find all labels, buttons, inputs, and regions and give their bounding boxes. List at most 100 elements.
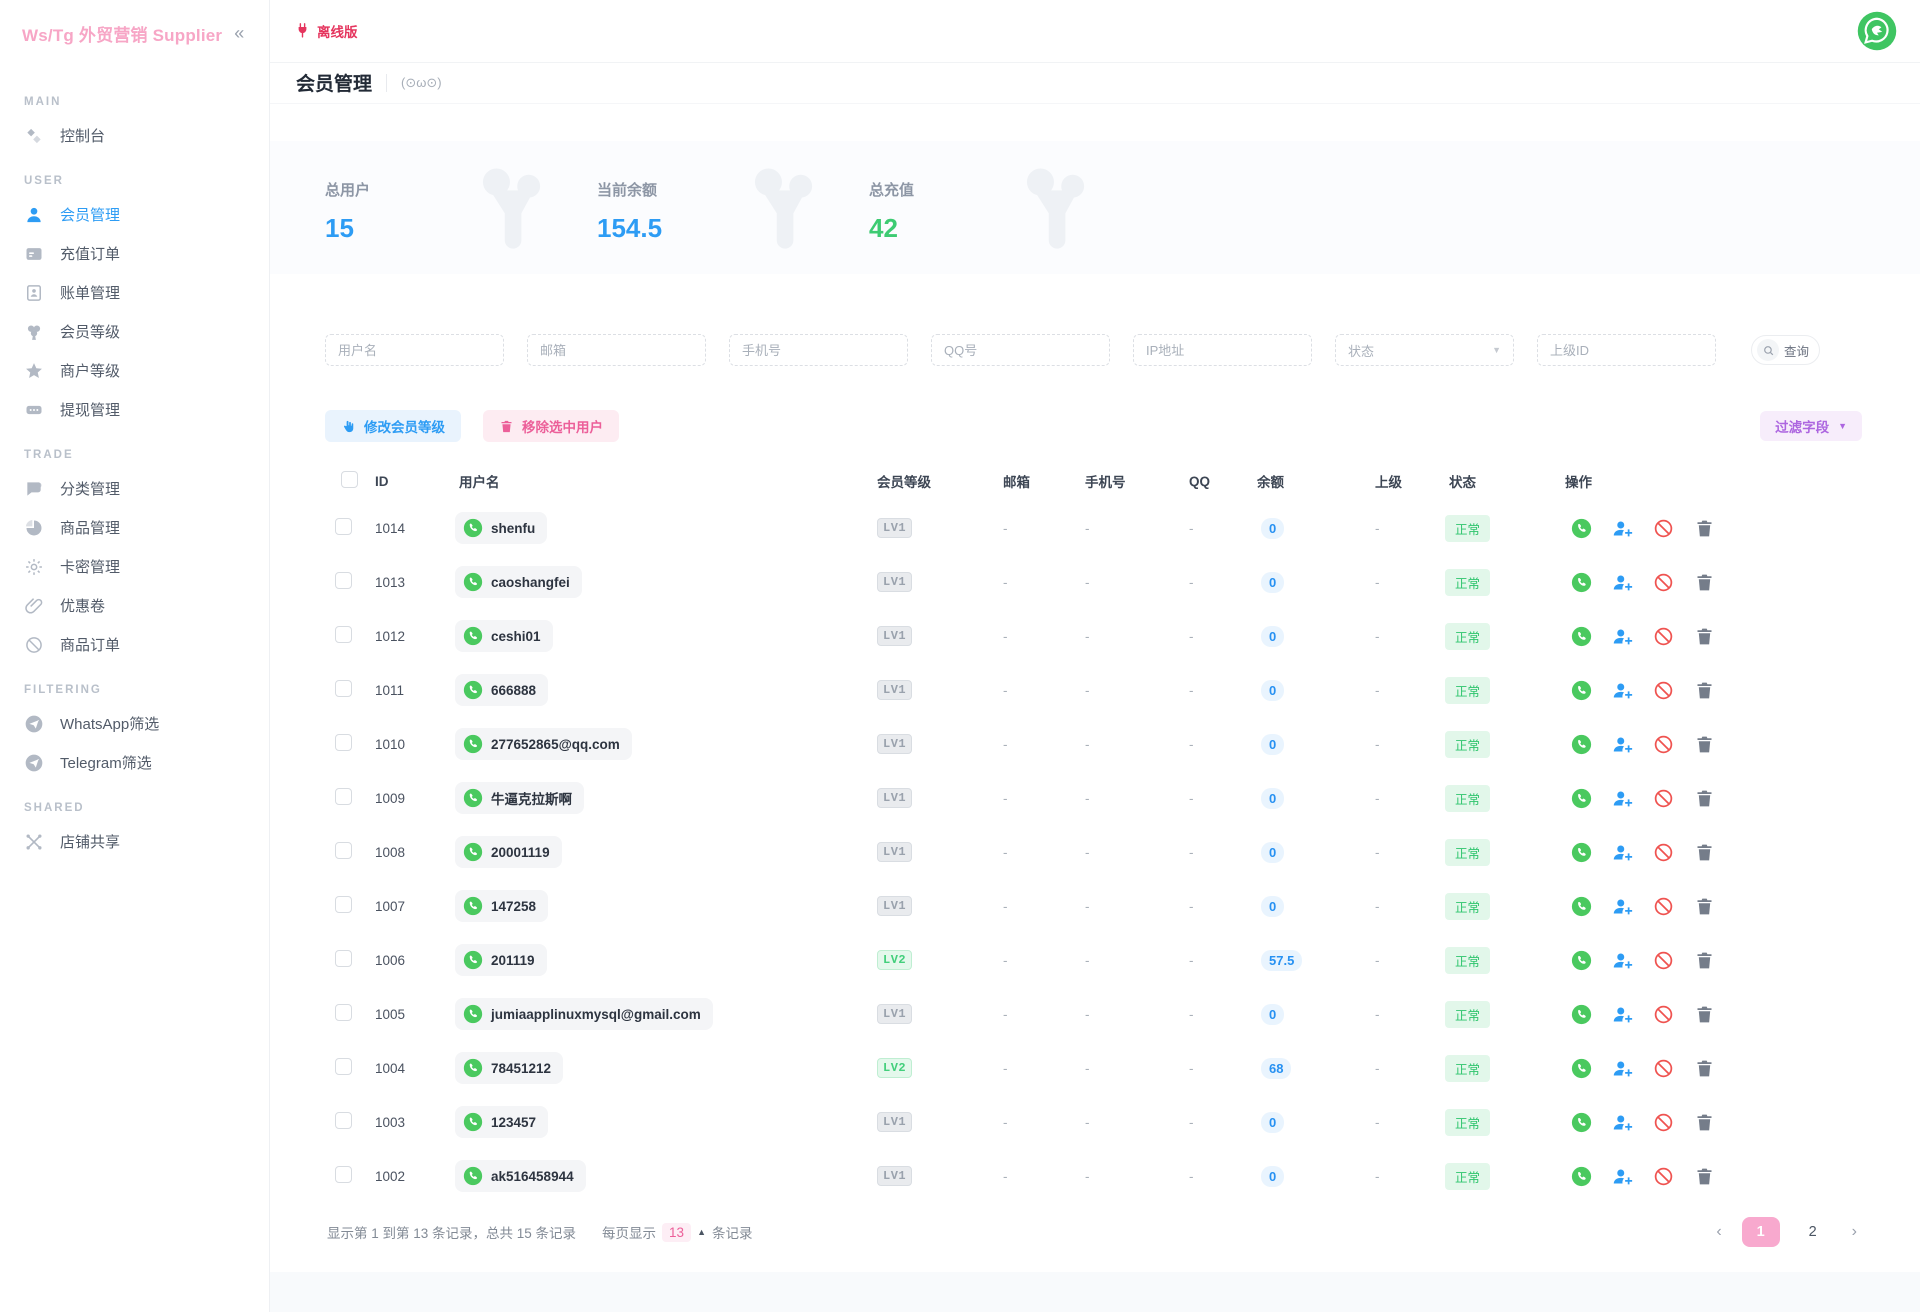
ban-user-icon[interactable] [1653,734,1674,755]
username-pill[interactable]: 123457 [455,1106,548,1138]
filter-input-2[interactable] [729,334,908,366]
filter-input-0[interactable] [325,334,504,366]
edit-user-icon[interactable] [1612,626,1633,647]
username-pill[interactable]: 201119 [455,944,547,976]
ban-user-icon[interactable] [1653,1112,1674,1133]
delete-user-icon[interactable] [1694,626,1715,647]
ban-user-icon[interactable] [1653,572,1674,593]
ban-user-icon[interactable] [1653,950,1674,971]
edit-user-icon[interactable] [1612,734,1633,755]
whatsapp-action-icon[interactable] [1571,734,1592,755]
delete-user-icon[interactable] [1694,1004,1715,1025]
delete-user-icon[interactable] [1694,788,1715,809]
username-pill[interactable]: 666888 [455,674,548,706]
page-button-2[interactable]: 2 [1794,1217,1832,1247]
modify-level-button[interactable]: 修改会员等级 [325,410,461,442]
ban-user-icon[interactable] [1653,626,1674,647]
sidebar-item-recharge-orders[interactable]: 充值订单 [0,234,269,273]
edit-user-icon[interactable] [1612,1058,1633,1079]
filter-input-3[interactable] [931,334,1110,366]
offline-badge[interactable]: 离线版 [294,21,358,41]
ban-user-icon[interactable] [1653,518,1674,539]
whatsapp-action-icon[interactable] [1571,950,1592,971]
sidebar-item-card-management[interactable]: 卡密管理 [0,547,269,586]
ban-user-icon[interactable] [1653,1166,1674,1187]
edit-user-icon[interactable] [1612,572,1633,593]
edit-user-icon[interactable] [1612,896,1633,917]
row-checkbox[interactable] [335,1112,352,1129]
username-pill[interactable]: 牛逼克拉斯啊 [455,782,584,814]
edit-user-icon[interactable] [1612,518,1633,539]
username-pill[interactable]: 277652865@qq.com [455,728,632,760]
row-checkbox[interactable] [335,518,352,535]
page-size-value[interactable]: 13 [662,1223,691,1242]
prev-page-icon[interactable]: ‹ [1716,1223,1721,1241]
sidebar-item-category-management[interactable]: 分类管理 [0,469,269,508]
sidebar-item-coupons[interactable]: 优惠卷 [0,586,269,625]
whatsapp-action-icon[interactable] [1571,842,1592,863]
delete-user-icon[interactable] [1694,1112,1715,1133]
delete-user-icon[interactable] [1694,842,1715,863]
edit-user-icon[interactable] [1612,788,1633,809]
edit-user-icon[interactable] [1612,842,1633,863]
filter-input-4[interactable] [1133,334,1312,366]
whatsapp-action-icon[interactable] [1571,1112,1592,1133]
edit-user-icon[interactable] [1612,1004,1633,1025]
select-all-checkbox[interactable] [341,471,358,488]
row-checkbox[interactable] [335,842,352,859]
username-pill[interactable]: 78451212 [455,1052,563,1084]
ban-user-icon[interactable] [1653,1004,1674,1025]
row-checkbox[interactable] [335,1004,352,1021]
delete-user-icon[interactable] [1694,950,1715,971]
whatsapp-action-icon[interactable] [1571,896,1592,917]
page-button-1[interactable]: 1 [1742,1217,1780,1247]
ban-user-icon[interactable] [1653,842,1674,863]
chevron-up-icon[interactable]: ▲ [697,1227,706,1237]
sidebar-item-console[interactable]: 控制台 [0,116,269,155]
row-checkbox[interactable] [335,572,352,589]
sidebar-item-product-orders[interactable]: 商品订单 [0,625,269,664]
username-pill[interactable]: 147258 [455,890,548,922]
delete-user-icon[interactable] [1694,1058,1715,1079]
whatsapp-action-icon[interactable] [1571,788,1592,809]
search-button[interactable]: 查询 [1751,335,1820,365]
username-pill[interactable]: caoshangfei [455,566,582,598]
whatsapp-action-icon[interactable] [1571,626,1592,647]
sidebar-item-telegram-filter[interactable]: Telegram筛选 [0,743,269,782]
row-checkbox[interactable] [335,896,352,913]
row-checkbox[interactable] [335,1058,352,1075]
ban-user-icon[interactable] [1653,788,1674,809]
sidebar-item-bill-management[interactable]: 账单管理 [0,273,269,312]
next-page-icon[interactable]: › [1852,1223,1857,1241]
edit-user-icon[interactable] [1612,950,1633,971]
status-select[interactable]: 状态 ▼ [1335,334,1514,366]
edit-user-icon[interactable] [1612,680,1633,701]
row-checkbox[interactable] [335,680,352,697]
row-checkbox[interactable] [335,1166,352,1183]
whatsapp-action-icon[interactable] [1571,1166,1592,1187]
parent-id-input[interactable] [1537,334,1716,366]
sidebar-item-member-management[interactable]: 会员管理 [0,195,269,234]
delete-user-icon[interactable] [1694,734,1715,755]
delete-user-icon[interactable] [1694,896,1715,917]
edit-user-icon[interactable] [1612,1166,1633,1187]
sidebar-item-product-management[interactable]: 商品管理 [0,508,269,547]
username-pill[interactable]: 20001119 [455,836,562,868]
filter-fields-button[interactable]: 过滤字段 ▼ [1760,411,1862,441]
sidebar-item-whatsapp-filter[interactable]: WhatsApp筛选 [0,704,269,743]
sidebar-item-merchant-levels[interactable]: 商户等级 [0,351,269,390]
ban-user-icon[interactable] [1653,896,1674,917]
whatsapp-action-icon[interactable] [1571,680,1592,701]
row-checkbox[interactable] [335,626,352,643]
sidebar-collapse-icon[interactable]: « [234,24,244,42]
whatsapp-action-icon[interactable] [1571,1058,1592,1079]
ban-user-icon[interactable] [1653,680,1674,701]
edit-user-icon[interactable] [1612,1112,1633,1133]
delete-user-icon[interactable] [1694,518,1715,539]
row-checkbox[interactable] [335,950,352,967]
row-checkbox[interactable] [335,734,352,751]
sidebar-item-shop-share[interactable]: 店铺共享 [0,822,269,861]
ban-user-icon[interactable] [1653,1058,1674,1079]
remove-selected-button[interactable]: 移除选中用户 [483,410,619,442]
sidebar-item-withdrawal-management[interactable]: 提现管理 [0,390,269,429]
